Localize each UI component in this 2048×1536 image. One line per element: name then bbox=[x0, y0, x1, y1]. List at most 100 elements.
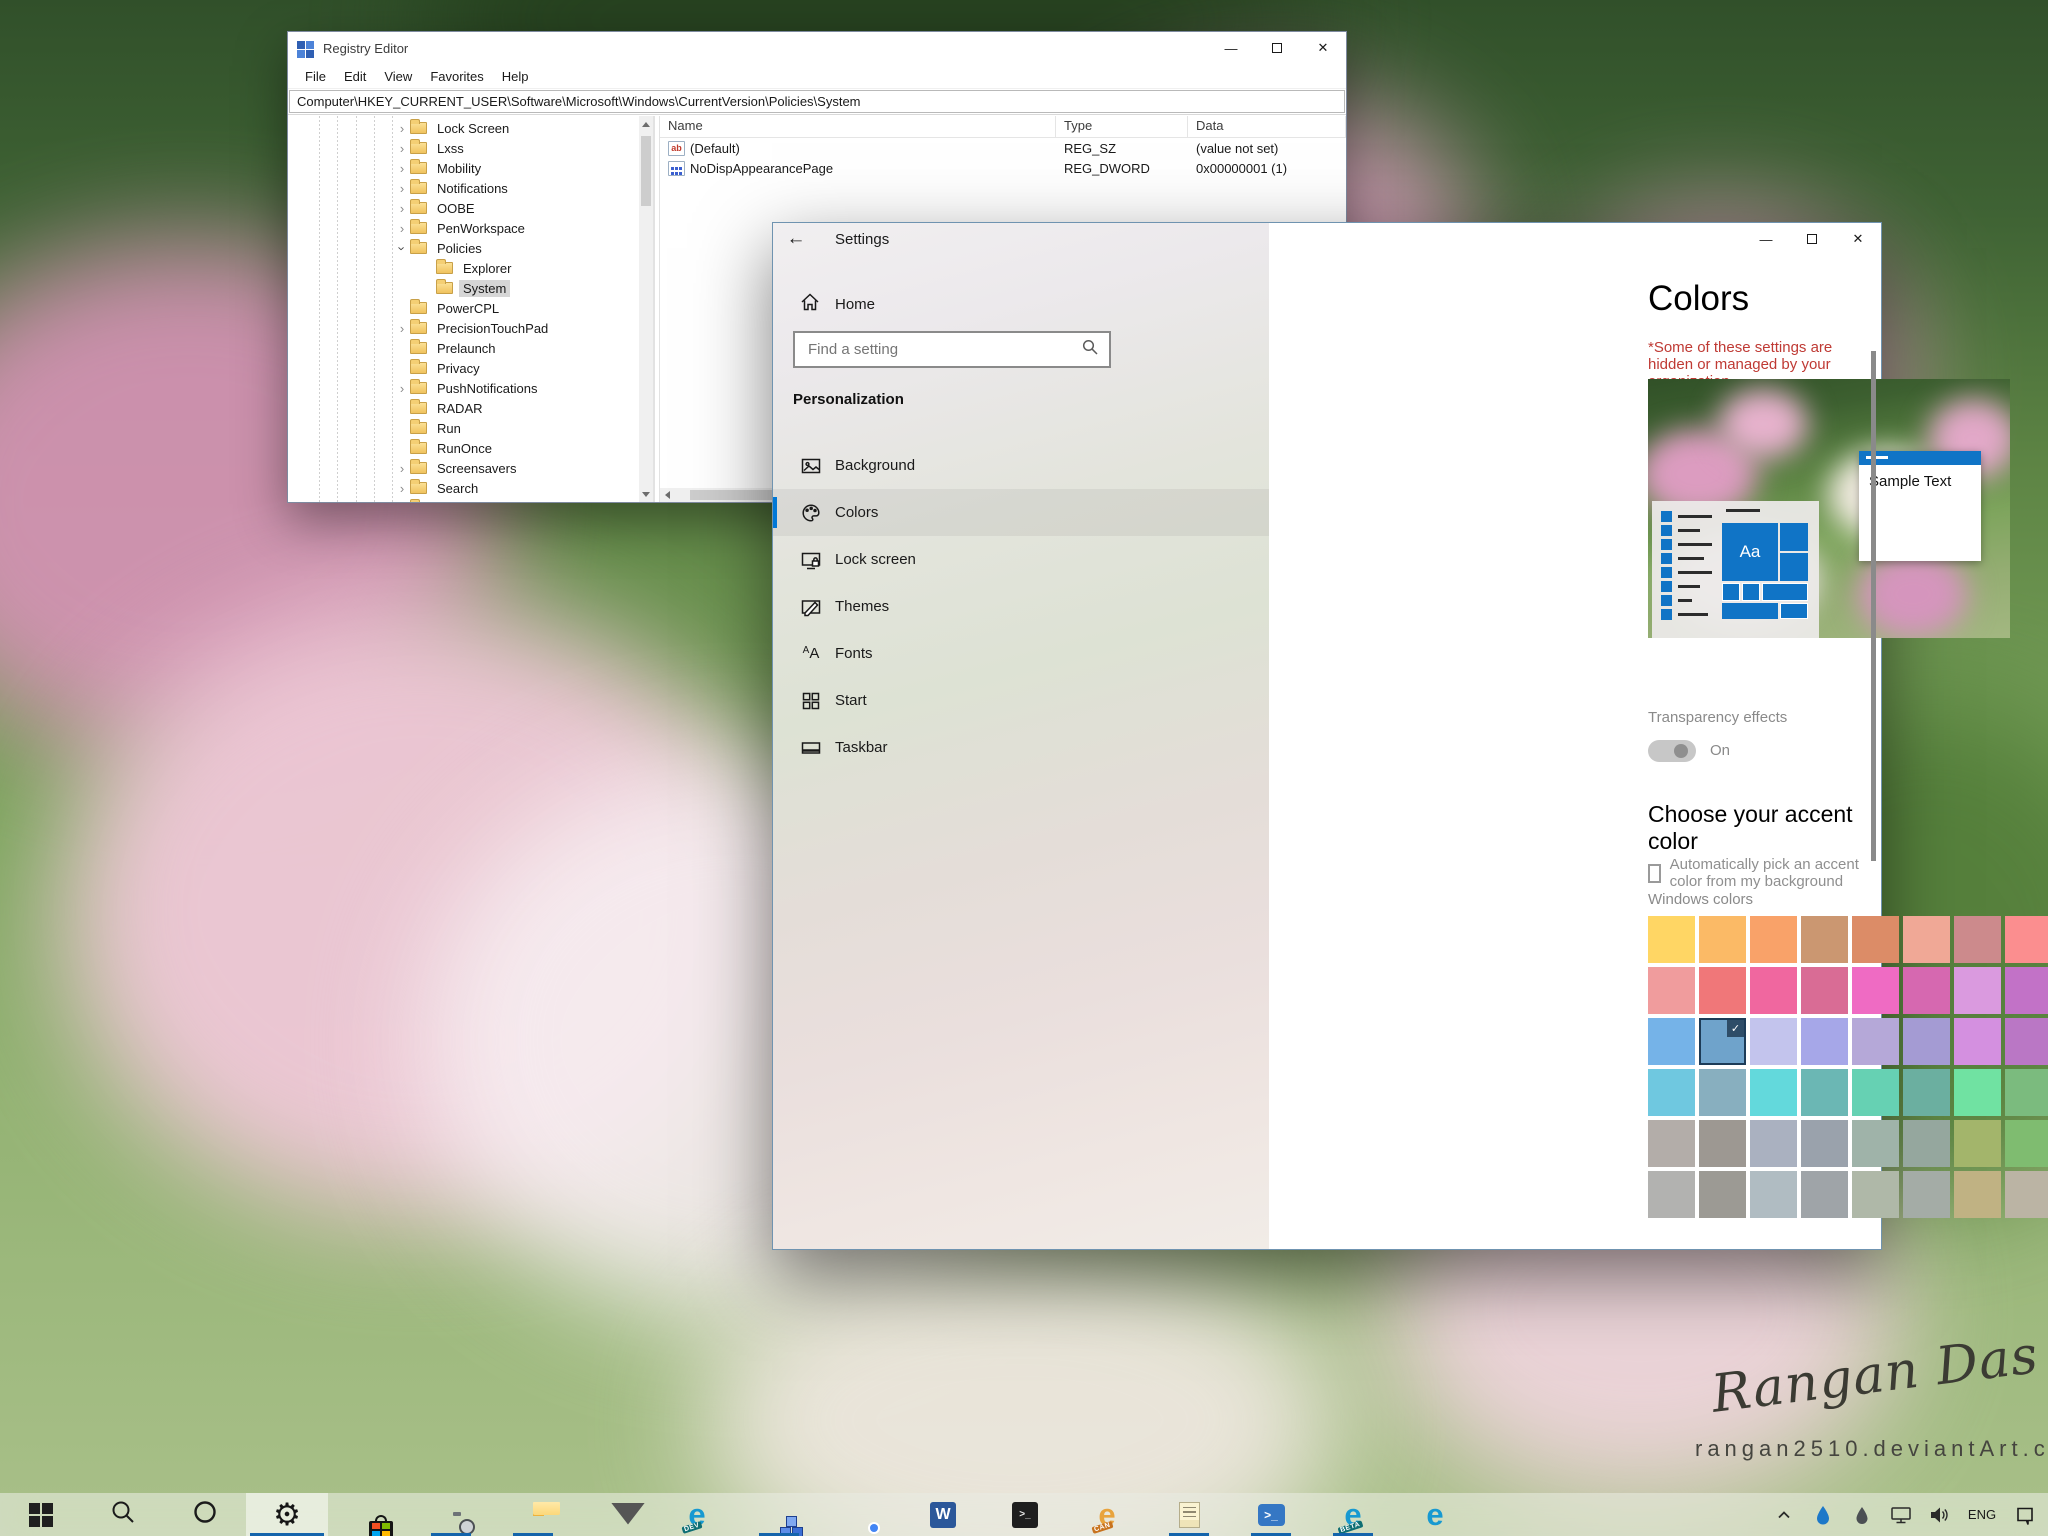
sidebar-item-lock-screen[interactable]: Lock screen bbox=[773, 536, 1269, 583]
edge-beta-taskbar-button[interactable]: e BETA bbox=[1312, 1493, 1394, 1536]
auto-pick-checkbox[interactable] bbox=[1648, 863, 1661, 883]
maximize-icon[interactable] bbox=[1789, 223, 1835, 255]
minimize-icon[interactable]: — bbox=[1743, 223, 1789, 255]
menu-help[interactable]: Help bbox=[493, 66, 538, 87]
chevron-collapsed-icon[interactable]: › bbox=[394, 222, 410, 235]
value-list-header[interactable]: Name Type Data bbox=[660, 116, 1346, 138]
dark-droplet-icon[interactable] bbox=[1842, 1493, 1881, 1536]
chevron-expanded-icon[interactable]: › bbox=[395, 240, 410, 256]
chevron-up-icon[interactable] bbox=[1764, 1493, 1803, 1536]
sidebar-item-home[interactable]: Home bbox=[773, 285, 1269, 323]
accent-color-swatch[interactable] bbox=[1750, 1018, 1797, 1065]
registry-tree-item-penworkspace[interactable]: › PenWorkspace bbox=[288, 218, 639, 238]
registry-tree-item-precisiontouchpad[interactable]: › PrecisionTouchPad bbox=[288, 318, 639, 338]
accent-color-swatch[interactable] bbox=[1903, 1069, 1950, 1116]
registry-value-row[interactable]: ab (Default) REG_SZ (value not set) bbox=[660, 138, 1346, 158]
registry-tree-item-notifications[interactable]: › Notifications bbox=[288, 178, 639, 198]
transparency-toggle[interactable] bbox=[1648, 740, 1696, 762]
settings-gear-taskbar-button[interactable]: ⚙ bbox=[246, 1493, 328, 1536]
accent-color-swatch[interactable] bbox=[2005, 1018, 2048, 1065]
accent-color-swatch[interactable] bbox=[2005, 916, 2048, 963]
store-taskbar-button[interactable] bbox=[328, 1493, 410, 1536]
sidebar-item-colors[interactable]: Colors bbox=[773, 489, 1269, 536]
accent-color-swatch[interactable] bbox=[1954, 967, 2001, 1014]
accent-color-swatch[interactable] bbox=[1852, 1171, 1899, 1218]
registry-tree-item-search[interactable]: › Search bbox=[288, 478, 639, 498]
file-explorer-taskbar-button[interactable] bbox=[492, 1493, 574, 1536]
column-header-data[interactable]: Data bbox=[1188, 116, 1346, 137]
accent-color-swatch[interactable] bbox=[1750, 967, 1797, 1014]
registry-tree-item-run[interactable]: Run bbox=[288, 418, 639, 438]
search-taskbar-button[interactable] bbox=[82, 1493, 164, 1536]
accent-color-swatch[interactable] bbox=[1699, 967, 1746, 1014]
accent-color-swatch[interactable] bbox=[1801, 1069, 1848, 1116]
accent-color-swatch[interactable] bbox=[1852, 1018, 1899, 1065]
settings-scrollbar[interactable] bbox=[1871, 351, 1876, 861]
accent-color-swatch[interactable] bbox=[2005, 1069, 2048, 1116]
blue-droplet-icon[interactable] bbox=[1803, 1493, 1842, 1536]
registry-tree-item-lxss[interactable]: › Lxss bbox=[288, 138, 639, 158]
accent-color-swatch[interactable] bbox=[1903, 916, 1950, 963]
registry-tree-item-radar[interactable]: RADAR bbox=[288, 398, 639, 418]
close-icon[interactable]: ✕ bbox=[1300, 32, 1346, 64]
accent-color-swatch[interactable] bbox=[1903, 1171, 1950, 1218]
registry-tree-item-prelaunch[interactable]: Prelaunch bbox=[288, 338, 639, 358]
accent-color-swatch[interactable] bbox=[1699, 916, 1746, 963]
start-taskbar-button[interactable] bbox=[0, 1493, 82, 1536]
accent-color-swatch[interactable] bbox=[1801, 916, 1848, 963]
accent-color-swatch[interactable] bbox=[1801, 1120, 1848, 1167]
chevron-collapsed-icon[interactable]: › bbox=[394, 502, 410, 503]
menu-edit[interactable]: Edit bbox=[335, 66, 375, 87]
accent-color-swatch[interactable] bbox=[1699, 1069, 1746, 1116]
column-header-name[interactable]: Name bbox=[660, 116, 1056, 137]
accent-color-swatch[interactable] bbox=[1954, 1018, 2001, 1065]
accent-color-swatch[interactable] bbox=[1852, 1069, 1899, 1116]
accent-color-swatch[interactable] bbox=[2005, 967, 2048, 1014]
accent-color-swatch[interactable] bbox=[1852, 1120, 1899, 1167]
action-center-icon[interactable] bbox=[2005, 1493, 2044, 1536]
cmd-taskbar-button[interactable]: >_ bbox=[984, 1493, 1066, 1536]
registry-tree-item-screensavers[interactable]: › Screensavers bbox=[288, 458, 639, 478]
chevron-collapsed-icon[interactable]: › bbox=[394, 142, 410, 155]
column-header-type[interactable]: Type bbox=[1056, 116, 1188, 137]
sidebar-item-fonts[interactable]: AA Fonts bbox=[773, 630, 1269, 677]
sidebar-item-themes[interactable]: Themes bbox=[773, 583, 1269, 630]
accent-color-swatch[interactable] bbox=[1648, 1171, 1695, 1218]
accent-color-swatch[interactable] bbox=[1648, 1069, 1695, 1116]
registry-tree-item-mobility[interactable]: › Mobility bbox=[288, 158, 639, 178]
menu-view[interactable]: View bbox=[375, 66, 421, 87]
chevron-collapsed-icon[interactable]: › bbox=[394, 202, 410, 215]
chevron-collapsed-icon[interactable]: › bbox=[394, 382, 410, 395]
accent-color-swatch[interactable] bbox=[1699, 1171, 1746, 1218]
registry-tree-item-policies[interactable]: › Policies bbox=[288, 238, 639, 258]
accent-color-swatch[interactable] bbox=[1750, 1069, 1797, 1116]
sidebar-item-start[interactable]: Start bbox=[773, 677, 1269, 724]
maximize-icon[interactable] bbox=[1254, 32, 1300, 64]
accent-color-swatch[interactable] bbox=[1750, 1171, 1797, 1218]
accent-color-swatch[interactable] bbox=[1801, 967, 1848, 1014]
accent-color-swatch[interactable] bbox=[1699, 1120, 1746, 1167]
chevron-collapsed-icon[interactable]: › bbox=[394, 482, 410, 495]
accent-color-swatch[interactable] bbox=[1954, 1069, 2001, 1116]
edge-canary-taskbar-button[interactable]: e CAN bbox=[1066, 1493, 1148, 1536]
accent-color-swatch[interactable] bbox=[1801, 1018, 1848, 1065]
chevron-collapsed-icon[interactable]: › bbox=[394, 162, 410, 175]
chevron-collapsed-icon[interactable]: › bbox=[394, 462, 410, 475]
registry-tree-item-pushnotifications[interactable]: › PushNotifications bbox=[288, 378, 639, 398]
accent-color-swatch[interactable] bbox=[1750, 916, 1797, 963]
volume-icon[interactable] bbox=[1920, 1493, 1959, 1536]
edge-dev-taskbar-button[interactable]: e DEV bbox=[656, 1493, 738, 1536]
accent-color-swatch[interactable] bbox=[1648, 1018, 1695, 1065]
mail-taskbar-button[interactable] bbox=[574, 1493, 656, 1536]
notepad-taskbar-button[interactable] bbox=[1148, 1493, 1230, 1536]
search-input[interactable] bbox=[795, 341, 1082, 358]
registry-tree-item-oobe[interactable]: › OOBE bbox=[288, 198, 639, 218]
accent-color-swatch[interactable] bbox=[1648, 1120, 1695, 1167]
accent-color-swatch[interactable] bbox=[1750, 1120, 1797, 1167]
registry-tree-item-system[interactable]: System bbox=[288, 278, 639, 298]
accent-color-swatch[interactable] bbox=[1954, 1120, 2001, 1167]
chevron-collapsed-icon[interactable]: › bbox=[394, 322, 410, 335]
back-arrow-icon[interactable]: ← bbox=[773, 223, 819, 255]
accent-color-swatch[interactable] bbox=[2005, 1120, 2048, 1167]
registry-tree-item-privacy[interactable]: Privacy bbox=[288, 358, 639, 378]
